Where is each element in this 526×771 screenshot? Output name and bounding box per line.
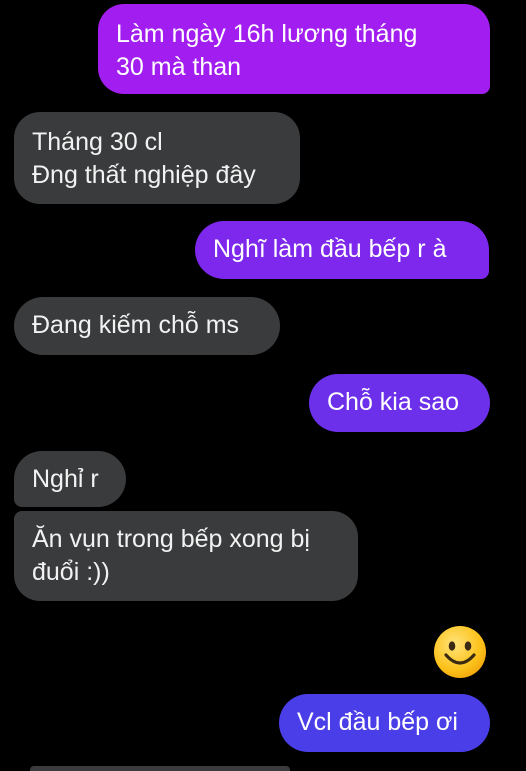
smiling-face-icon[interactable]: [433, 625, 487, 679]
sent-message-bubble[interactable]: Làm ngày 16h lương tháng 30 mà than: [98, 4, 490, 94]
sent-message-bubble[interactable]: Chỗ kia sao: [309, 374, 490, 432]
sent-message-bubble[interactable]: Vcl đầu bếp ơi: [279, 694, 490, 752]
received-message-bubble[interactable]: Đang kiếm chỗ ms: [14, 297, 280, 355]
sent-message-bubble[interactable]: Nghĩ làm đầu bếp r à: [195, 221, 489, 279]
next-message-bubble-edge: [30, 766, 290, 771]
received-message-bubble[interactable]: Nghỉ r: [14, 451, 126, 507]
received-message-bubble[interactable]: Ăn vụn trong bếp xong bị đuổi :)): [14, 511, 358, 601]
received-message-bubble[interactable]: Tháng 30 cl Đng thất nghiệp đây: [14, 112, 300, 204]
